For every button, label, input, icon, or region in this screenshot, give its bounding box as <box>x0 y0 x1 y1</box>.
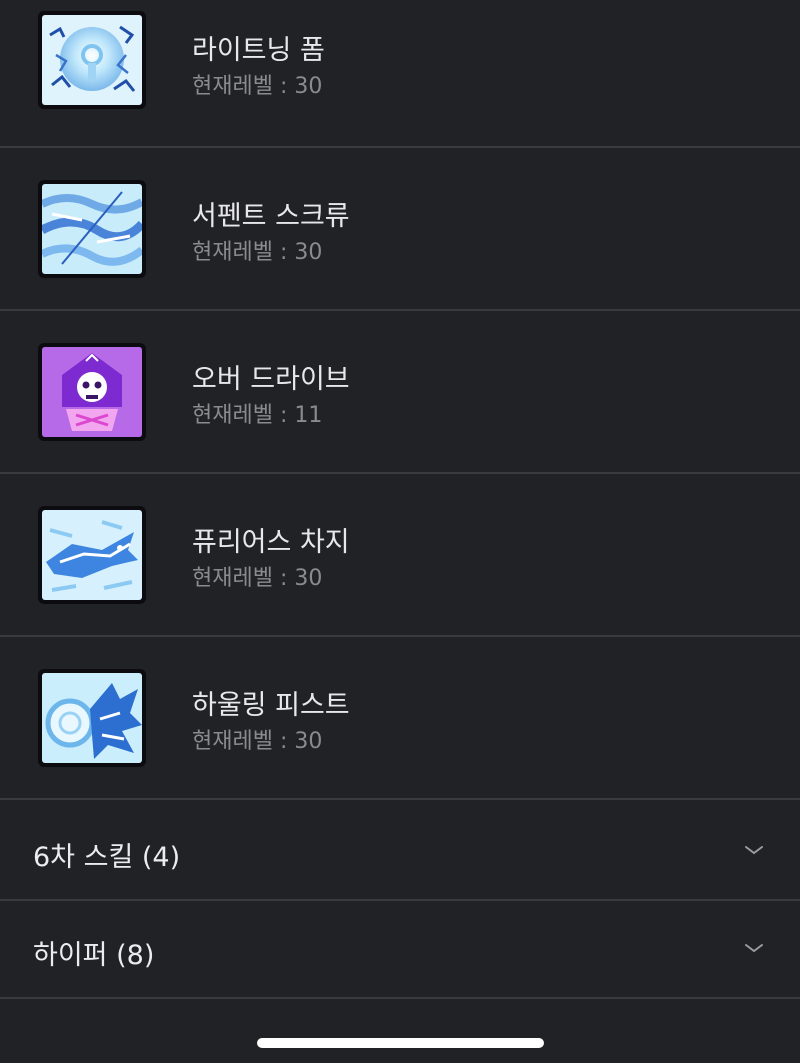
skill-list: 라이트닝 폼 현재레벨 : 30 서펜트 스크류 현재레벨 : 30 오버 드라… <box>0 0 800 800</box>
skill-name: 오버 드라이브 <box>192 364 350 395</box>
skill-level: 현재레벨 : 30 <box>192 240 323 265</box>
serpent-screw-icon <box>38 180 146 278</box>
howling-fist-icon <box>38 669 146 767</box>
skill-level: 현재레벨 : 30 <box>192 729 323 754</box>
skill-name: 하울링 피스트 <box>192 690 350 721</box>
section-6th-skills[interactable]: 6차 스킬 (4) <box>0 803 800 901</box>
section-title: 하이퍼 (8) <box>33 940 155 971</box>
skill-row-overdrive[interactable]: 오버 드라이브 현재레벨 : 11 <box>0 311 800 474</box>
skill-row-serpent-screw[interactable]: 서펜트 스크류 현재레벨 : 30 <box>0 148 800 311</box>
chevron-down-icon[interactable] <box>744 941 764 955</box>
home-indicator[interactable] <box>257 1038 544 1048</box>
section-title: 6차 스킬 (4) <box>33 842 181 873</box>
skill-row-furious-charge[interactable]: 퓨리어스 차지 현재레벨 : 30 <box>0 474 800 637</box>
overdrive-icon <box>38 343 146 441</box>
furious-charge-icon <box>38 506 146 604</box>
skill-row-howling-fist[interactable]: 하울링 피스트 현재레벨 : 30 <box>0 637 800 800</box>
skill-level: 현재레벨 : 30 <box>192 566 323 591</box>
skill-name: 라이트닝 폼 <box>192 35 325 66</box>
chevron-down-icon[interactable] <box>744 843 764 857</box>
skill-level: 현재레벨 : 11 <box>192 403 323 428</box>
skill-row-lightning-form[interactable]: 라이트닝 폼 현재레벨 : 30 <box>0 0 800 148</box>
skill-name: 서펜트 스크류 <box>192 201 350 232</box>
section-hyper[interactable]: 하이퍼 (8) <box>0 901 800 999</box>
skill-name: 퓨리어스 차지 <box>192 527 350 558</box>
lightning-form-icon <box>38 11 146 109</box>
skill-level: 현재레벨 : 30 <box>192 74 323 99</box>
